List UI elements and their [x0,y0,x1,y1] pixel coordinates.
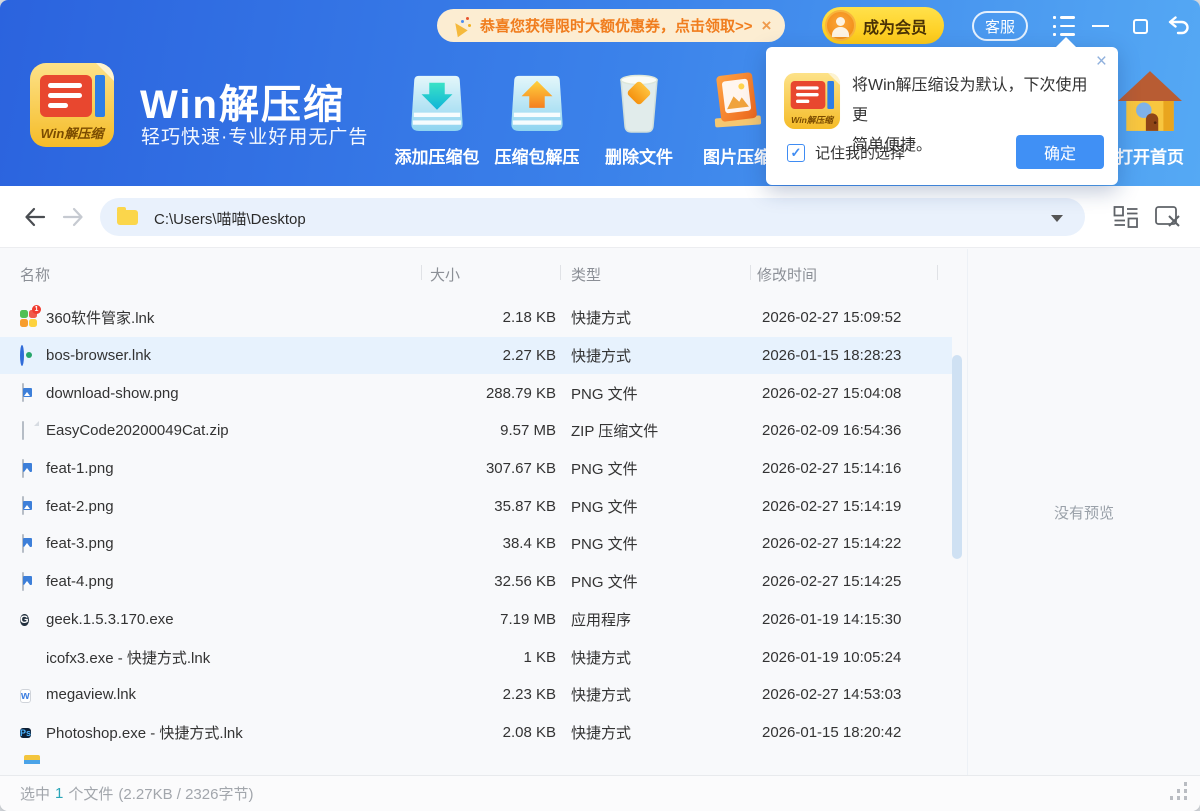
app-360-icon: 1 [20,309,38,327]
promo-banner[interactable]: 恭喜您获得限时大额优惠券，点击领取>> × [437,9,785,42]
png-file-icon [20,535,38,553]
status-count: 1 [55,785,63,802]
table-row[interactable]: download-show.png 288.79 KB PNG 文件 2026-… [0,374,952,412]
table-row[interactable]: G geek.1.5.3.170.exe 7.19 MB 应用程序 2026-0… [0,601,952,639]
table-row[interactable]: 1 360软件管家.lnk 2.18 KB 快捷方式 2026-02-27 15… [0,299,952,337]
folder-icon [117,210,138,225]
table-row[interactable]: bos-browser.lnk 2.27 KB 快捷方式 2026-01-15 … [0,337,952,375]
back-button[interactable] [22,204,48,230]
become-member-button[interactable]: 成为会员 [822,7,944,44]
bos-browser-icon [20,347,38,365]
path-input[interactable]: C:\Users\喵喵\Desktop [100,198,1085,236]
png-file-icon [20,460,38,478]
view-toggle-button[interactable] [1112,203,1140,231]
table-row[interactable]: feat-4.png 32.56 KB PNG 文件 2026-02-27 15… [0,563,952,601]
icofx-icon [20,648,38,666]
close-folder-icon [1154,204,1182,230]
status-detail: (2.27KB / 2326字节) [118,783,253,804]
megaview-icon: w [20,686,38,704]
minimize-icon [1092,25,1109,27]
checkbox-icon[interactable]: ✓ [787,144,805,162]
resize-grip[interactable] [1165,782,1187,804]
member-label: 成为会员 [863,14,927,38]
undo-arrow-icon [1166,16,1190,36]
delete-trash-icon [612,64,666,134]
address-bar: C:\Users\喵喵\Desktop [0,186,1200,248]
avatar-icon [825,10,856,41]
app-logo: Win解压缩 [30,63,114,147]
table-row[interactable]: feat-2.png 35.87 KB PNG 文件 2026-02-27 15… [0,487,952,525]
checkbox-label: 记住我的选择 [815,142,905,163]
file-rows: 1 360软件管家.lnk 2.18 KB 快捷方式 2026-02-27 15… [0,299,952,775]
home-icon [1117,64,1183,134]
png-file-icon [20,497,38,515]
set-default-popup: × Win解压缩 将Win解压缩设为默认，下次使用更 简单便捷。 ✓ 记住我的选… [766,47,1118,185]
promo-text[interactable]: 恭喜您获得限时大额优惠券，点击领取>> [480,15,753,36]
table-row[interactable]: feat-3.png 38.4 KB PNG 文件 2026-02-27 15:… [0,525,952,563]
maximize-icon [1133,19,1148,34]
table-row[interactable]: w megaview.lnk 2.23 KB 快捷方式 2026-02-27 1… [0,676,952,714]
list-view-icon [1113,205,1139,229]
confirm-button[interactable]: 确定 [1016,135,1104,169]
column-modified[interactable]: 修改时间 [757,264,817,285]
status-prefix: 选中 [20,783,50,804]
archive-add-icon [408,64,466,134]
remember-choice-checkbox[interactable]: ✓ 记住我的选择 [787,142,905,163]
file-list-panel: 名称 大小 类型 修改时间 1 360软件管家.lnk 2.18 KB 快捷方式… [0,249,1200,775]
column-name[interactable]: 名称 [20,264,50,285]
status-bar: 选中 1 个文件 (2.27KB / 2326字节) [0,775,1200,811]
geek-app-icon: G [20,610,38,628]
undo-arrow-button[interactable] [1166,14,1190,38]
menu-icon[interactable] [1053,16,1077,36]
status-suffix: 个文件 [68,783,113,804]
column-size[interactable]: 大小 [430,264,460,285]
no-preview-text: 没有预览 [1054,502,1114,523]
minimize-button[interactable] [1088,14,1112,38]
popup-app-logo: Win解压缩 [784,73,840,129]
extract-archive-button[interactable]: 压缩包解压 [479,64,595,168]
list-scrollbar[interactable] [952,355,962,559]
photoshop-icon: Ps [20,723,38,741]
app-window: 恭喜您获得限时大额优惠券，点击领取>> × 成为会员 客服 [0,0,1200,811]
promo-close-icon[interactable]: × [762,17,772,34]
customer-support-button[interactable]: 客服 [972,11,1028,41]
column-type[interactable]: 类型 [571,264,601,285]
app-subtitle: 轻巧快速·专业好用无广告 [141,122,368,149]
table-row[interactable]: feat-1.png 307.67 KB PNG 文件 2026-02-27 1… [0,450,952,488]
party-popper-icon [451,16,471,36]
preview-panel: 没有预览 [968,249,1200,775]
maximize-button[interactable] [1128,14,1152,38]
path-dropdown-icon[interactable] [1051,215,1063,222]
image-compress-icon [707,64,767,134]
popup-close-icon[interactable]: × [1096,52,1107,71]
archive-extract-icon [508,64,566,134]
list-header: 名称 大小 类型 修改时间 [0,249,952,295]
png-file-icon [20,384,38,402]
table-row[interactable]: EasyCode20200049Cat.zip 9.57 MB ZIP 压缩文件… [0,412,952,450]
table-row[interactable]: Ps Photoshop.exe - 快捷方式.lnk 2.08 KB 快捷方式… [0,714,952,752]
table-row[interactable]: icofx3.exe - 快捷方式.lnk 1 KB 快捷方式 2026-01-… [0,638,952,676]
zip-file-icon [20,422,38,440]
png-file-icon [20,573,38,591]
add-archive-button[interactable]: 添加压缩包 [379,64,495,168]
partial-row-icon [24,755,40,764]
close-folder-button[interactable] [1154,203,1182,231]
forward-button[interactable] [60,204,86,230]
current-path[interactable]: C:\Users\喵喵\Desktop [154,208,306,229]
